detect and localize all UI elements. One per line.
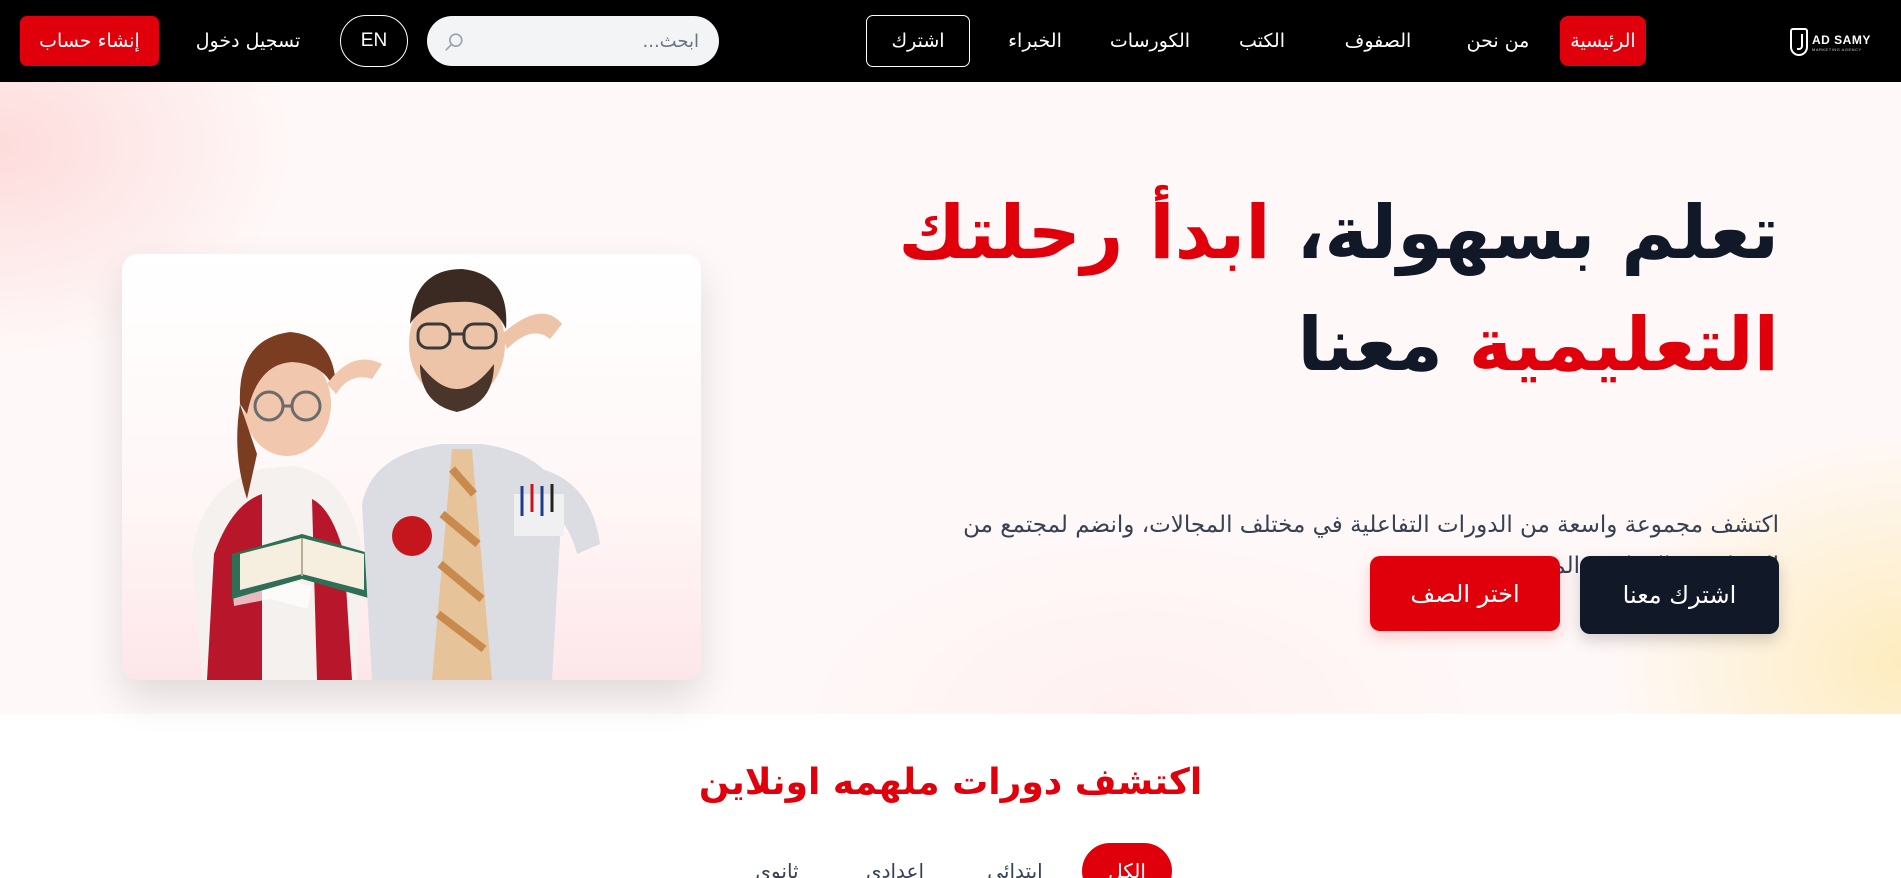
- nav-subscribe-button[interactable]: اشترك: [866, 15, 970, 67]
- hero-title-part1: تعلم بسهولة،: [1270, 190, 1779, 276]
- brand-logo[interactable]: AD SAMY MARKETING AGENCY: [1790, 27, 1880, 57]
- courses-section-title: اكتشف دورات ملهمه اونلاين: [698, 762, 1203, 803]
- filter-tab-preparatory[interactable]: اعدادي: [850, 843, 940, 878]
- filter-tab-all[interactable]: الكل: [1082, 843, 1172, 878]
- join-us-button[interactable]: اشترك معنا: [1580, 556, 1779, 634]
- hero-title: تعلم بسهولة، ابدأ رحلتك التعليمية معنا: [879, 177, 1779, 401]
- hero-title-accent1: ابدأ رحلتك: [898, 190, 1271, 276]
- search-input[interactable]: [427, 16, 719, 66]
- nav-about-link[interactable]: من نحن: [1448, 16, 1548, 66]
- nav-courses-link[interactable]: الكورسات: [1100, 16, 1200, 66]
- students-illustration: [192, 269, 600, 680]
- filter-tab-secondary[interactable]: ثانوي: [732, 843, 822, 878]
- logo-mark-icon: [1790, 28, 1808, 56]
- language-toggle-button[interactable]: EN: [340, 15, 408, 67]
- hero-section: تعلم بسهولة، ابدأ رحلتك التعليمية معنا ا…: [0, 82, 1901, 714]
- filter-tab-primary[interactable]: ابتدائي: [970, 843, 1060, 878]
- top-navbar: AD SAMY MARKETING AGENCY الرئيسية من نحن…: [0, 0, 1901, 82]
- nav-experts-link[interactable]: الخبراء: [995, 16, 1075, 66]
- choose-grade-button[interactable]: اختر الصف: [1370, 556, 1560, 631]
- search-icon[interactable]: [443, 31, 465, 53]
- nav-home-link[interactable]: الرئيسية: [1560, 16, 1646, 66]
- hero-title-accent2: التعليمية: [1468, 302, 1779, 388]
- logo-text: AD SAMY MARKETING AGENCY: [1812, 32, 1871, 52]
- nav-grades-link[interactable]: الصفوف: [1328, 16, 1428, 66]
- nav-books-link[interactable]: الكتب: [1222, 16, 1302, 66]
- search-box: [427, 16, 719, 66]
- login-link[interactable]: تسجيل دخول: [190, 16, 306, 66]
- hero-title-part2: معنا: [1297, 302, 1469, 388]
- hero-illustration: [122, 254, 701, 680]
- signup-button[interactable]: إنشاء حساب: [20, 16, 159, 66]
